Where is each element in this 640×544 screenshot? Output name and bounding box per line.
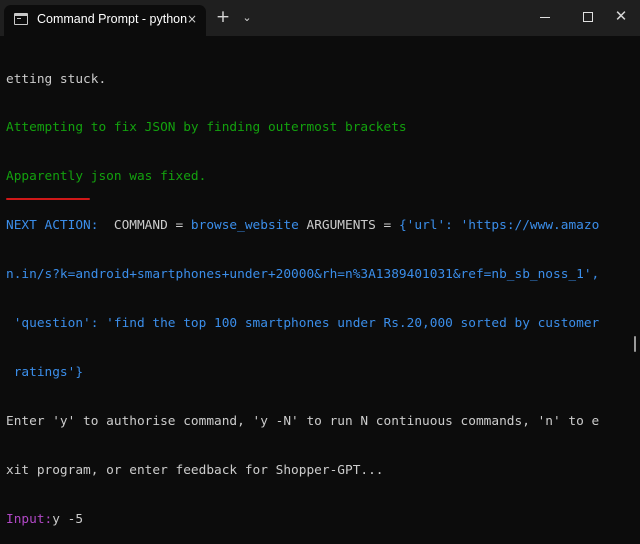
arguments-value: {'url': 'https://www.amazo	[398, 218, 600, 234]
input-value[interactable]: y -5	[52, 512, 83, 527]
tab-command-prompt[interactable]: Command Prompt - python ×	[4, 5, 206, 36]
output-line: Attempting to fix JSON by finding outerm…	[6, 120, 407, 136]
command-value: browse_website	[190, 218, 299, 234]
output-line: n.in/s?k=android+smartphones+under+20000…	[6, 267, 600, 283]
arguments-label: ARGUMENTS =	[298, 218, 399, 234]
output-line: xit program, or enter feedback for Shopp…	[6, 462, 384, 478]
scrollbar[interactable]	[634, 336, 636, 352]
title-bar: Command Prompt - python × + ⌄ ✕	[0, 0, 640, 36]
output-line: Apparently json was fixed.	[6, 169, 207, 185]
input-line[interactable]: Input:y -5	[6, 512, 628, 528]
command-label: COMMAND =	[98, 218, 191, 234]
output-line: Enter 'y' to authorise command, 'y -N' t…	[6, 413, 600, 429]
next-action-label: NEXT ACTION:	[6, 218, 99, 234]
close-window-button[interactable]: ✕	[612, 8, 630, 24]
next-action-line: NEXT ACTION: COMMAND = browse_website AR…	[6, 218, 628, 234]
terminal-icon	[14, 13, 28, 25]
tab-close-icon[interactable]: ×	[187, 11, 197, 27]
output-line: 'question': 'find the top 100 smartphone…	[6, 316, 600, 332]
output-line: etting stuck.	[6, 71, 107, 87]
input-prompt: Input:	[6, 511, 53, 527]
tab-title: Command Prompt - python	[37, 12, 188, 26]
new-tab-button[interactable]: +	[215, 9, 231, 26]
output-line: ratings'}	[6, 364, 84, 380]
annotation-underline	[6, 198, 90, 200]
terminal-output[interactable]: etting stuck. Attempting to fix JSON by …	[6, 39, 628, 544]
chevron-down-icon[interactable]: ⌄	[239, 10, 255, 26]
